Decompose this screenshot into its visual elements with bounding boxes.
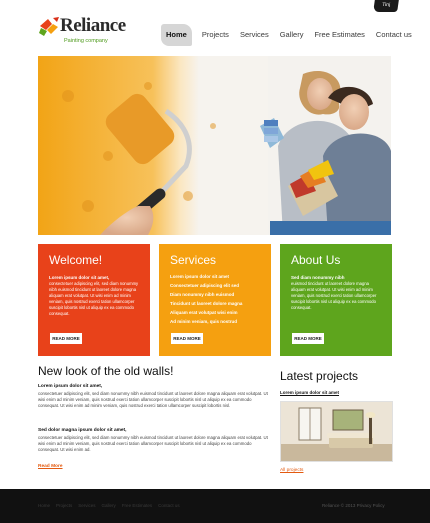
- services-title: Services: [170, 253, 217, 267]
- nav-contact[interactable]: Contact us: [375, 24, 413, 46]
- main-lead-2: Sed dolor magna ipsum dolor sit amet,: [38, 428, 127, 433]
- services-item[interactable]: Ad minim veniam, quis nostrud: [170, 319, 242, 324]
- paint-splash-logo-icon: [39, 17, 59, 36]
- all-projects-link[interactable]: All projects: [280, 468, 303, 473]
- main-lead-1: Lorem ipsum dolor sit amet,: [38, 384, 103, 389]
- services-item[interactable]: Diam nonummy nibh euismod: [170, 292, 242, 297]
- about-lead: Sed diam nonummy nibh: [291, 275, 345, 280]
- footer-link-free-estimates[interactable]: Free Estimates: [122, 503, 152, 508]
- main-nav: Home Projects Services Gallery Free Esti…: [161, 24, 422, 46]
- services-read-more-button[interactable]: READ MORE: [171, 333, 203, 344]
- latest-project-thumbnail[interactable]: [280, 401, 393, 462]
- nav-free-estimates[interactable]: Free Estimates: [313, 24, 365, 46]
- latest-projects-heading: Latest projects: [280, 369, 359, 383]
- services-item[interactable]: Aliquam erat volutpat wisi enim: [170, 310, 242, 315]
- services-item[interactable]: Tincidunt ut laoreet dolore magna: [170, 301, 242, 306]
- hero-image: [38, 56, 391, 235]
- logo-name: Reliance: [60, 15, 126, 36]
- footer-link-home[interactable]: Home: [38, 503, 50, 508]
- about-text: euismod tincidunt ut laoreet dolore magn…: [291, 281, 377, 310]
- welcome-text: consectetuer adipiscing elit, sed diam n…: [49, 281, 139, 316]
- nav-home[interactable]: Home: [161, 24, 192, 46]
- services-list: Lorem ipsum dolor sit amet Consectetuer …: [170, 274, 242, 328]
- main-text-2: consectetuer adipiscing elit, sed diam n…: [38, 435, 268, 452]
- latest-project-link[interactable]: Lorem ipsum dolor sit amet: [280, 390, 339, 395]
- welcome-lead: Lorem ipsum dolor sit amet,: [49, 275, 110, 280]
- footer-link-contact[interactable]: Contact us: [158, 503, 180, 508]
- nav-projects[interactable]: Projects: [201, 24, 230, 46]
- footer-link-services[interactable]: Services: [78, 503, 95, 508]
- welcome-title: Welcome!: [49, 253, 103, 267]
- logo-tagline: Painting company: [64, 38, 108, 44]
- nav-services[interactable]: Services: [239, 24, 270, 46]
- about-read-more-button[interactable]: READ MORE: [292, 333, 324, 344]
- services-panel: Services Lorem ipsum dolor sit amet Cons…: [159, 244, 271, 356]
- logo[interactable]: Reliance Painting company: [38, 14, 148, 44]
- copyright: Reliance © 2013 Privacy Policy: [322, 503, 385, 508]
- nav-gallery[interactable]: Gallery: [279, 24, 305, 46]
- footer-link-gallery[interactable]: Gallery: [102, 503, 116, 508]
- footer-nav: Home Projects Services Gallery Free Esti…: [38, 503, 186, 508]
- services-item[interactable]: Consectetuer adipiscing elit sed: [170, 283, 242, 288]
- about-panel: About Us Sed diam nonummy nibh euismod t…: [280, 244, 392, 356]
- main-heading: New look of the old walls!: [38, 364, 174, 378]
- corner-tab[interactable]: Tinj: [373, 0, 399, 12]
- main-text-1: consectetuer adipiscing elit, sed diam n…: [38, 391, 268, 408]
- welcome-read-more-button[interactable]: READ MORE: [50, 333, 82, 344]
- main-read-more-link[interactable]: Read More: [38, 464, 63, 469]
- welcome-panel: Welcome! Lorem ipsum dolor sit amet, con…: [38, 244, 150, 356]
- page: Tinj Reliance Painting company Home Proj…: [0, 0, 430, 523]
- footer-link-projects[interactable]: Projects: [56, 503, 72, 508]
- services-item[interactable]: Lorem ipsum dolor sit amet: [170, 274, 242, 279]
- about-title: About Us: [291, 253, 341, 267]
- room-interior-image: [281, 402, 392, 461]
- hero-illustration: [38, 56, 391, 235]
